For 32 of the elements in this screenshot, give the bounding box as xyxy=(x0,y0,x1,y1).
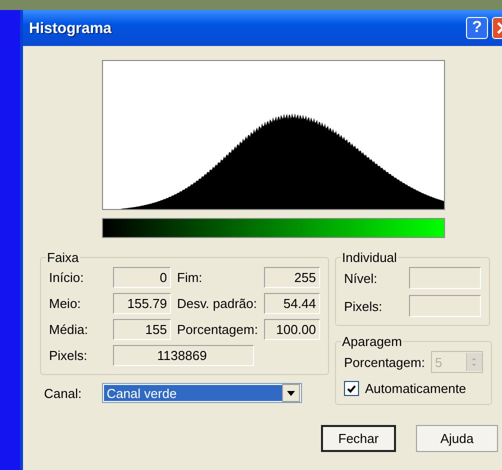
field-label: Fim: xyxy=(177,270,204,285)
value-field: 255 xyxy=(264,267,320,288)
field-label: Pixels: xyxy=(49,348,88,363)
field-label: Média: xyxy=(49,322,90,337)
checkbox-label: Automaticamente xyxy=(365,381,466,396)
value-field: 54.44 xyxy=(264,293,320,314)
field-label: Porcentagem: xyxy=(344,354,425,370)
value-field: 0 xyxy=(113,267,171,288)
field-label: Pixels: xyxy=(344,298,382,314)
value-field xyxy=(409,295,481,317)
field-label: Início: xyxy=(49,270,85,285)
group-title: Faixa xyxy=(46,250,80,265)
value-field xyxy=(409,267,481,289)
check-icon xyxy=(347,384,356,392)
field-label: Nível: xyxy=(344,270,378,286)
value-field: 155.79 xyxy=(113,293,171,314)
field-label: Porcentagem: xyxy=(177,322,258,337)
value-field: 1138869 xyxy=(113,345,254,366)
window-title: Histograma xyxy=(29,20,113,36)
group-title: Individual xyxy=(341,250,398,265)
field-label: Canal: xyxy=(44,386,82,400)
channel-dropdown[interactable]: Canal verde xyxy=(102,383,302,403)
value-field: 155 xyxy=(113,319,171,340)
field-label: Desv. padrão: xyxy=(177,296,258,311)
dialog-button[interactable]: Ajuda xyxy=(416,425,498,452)
dialog-button[interactable]: Fechar xyxy=(321,425,396,452)
arrows-icon xyxy=(472,358,476,366)
value-field: 100.00 xyxy=(264,319,320,340)
help-button[interactable]: ? xyxy=(466,17,488,39)
caret-icon xyxy=(286,390,295,396)
field-label: Meio: xyxy=(49,296,82,311)
group-title: Aparagem xyxy=(341,334,403,349)
